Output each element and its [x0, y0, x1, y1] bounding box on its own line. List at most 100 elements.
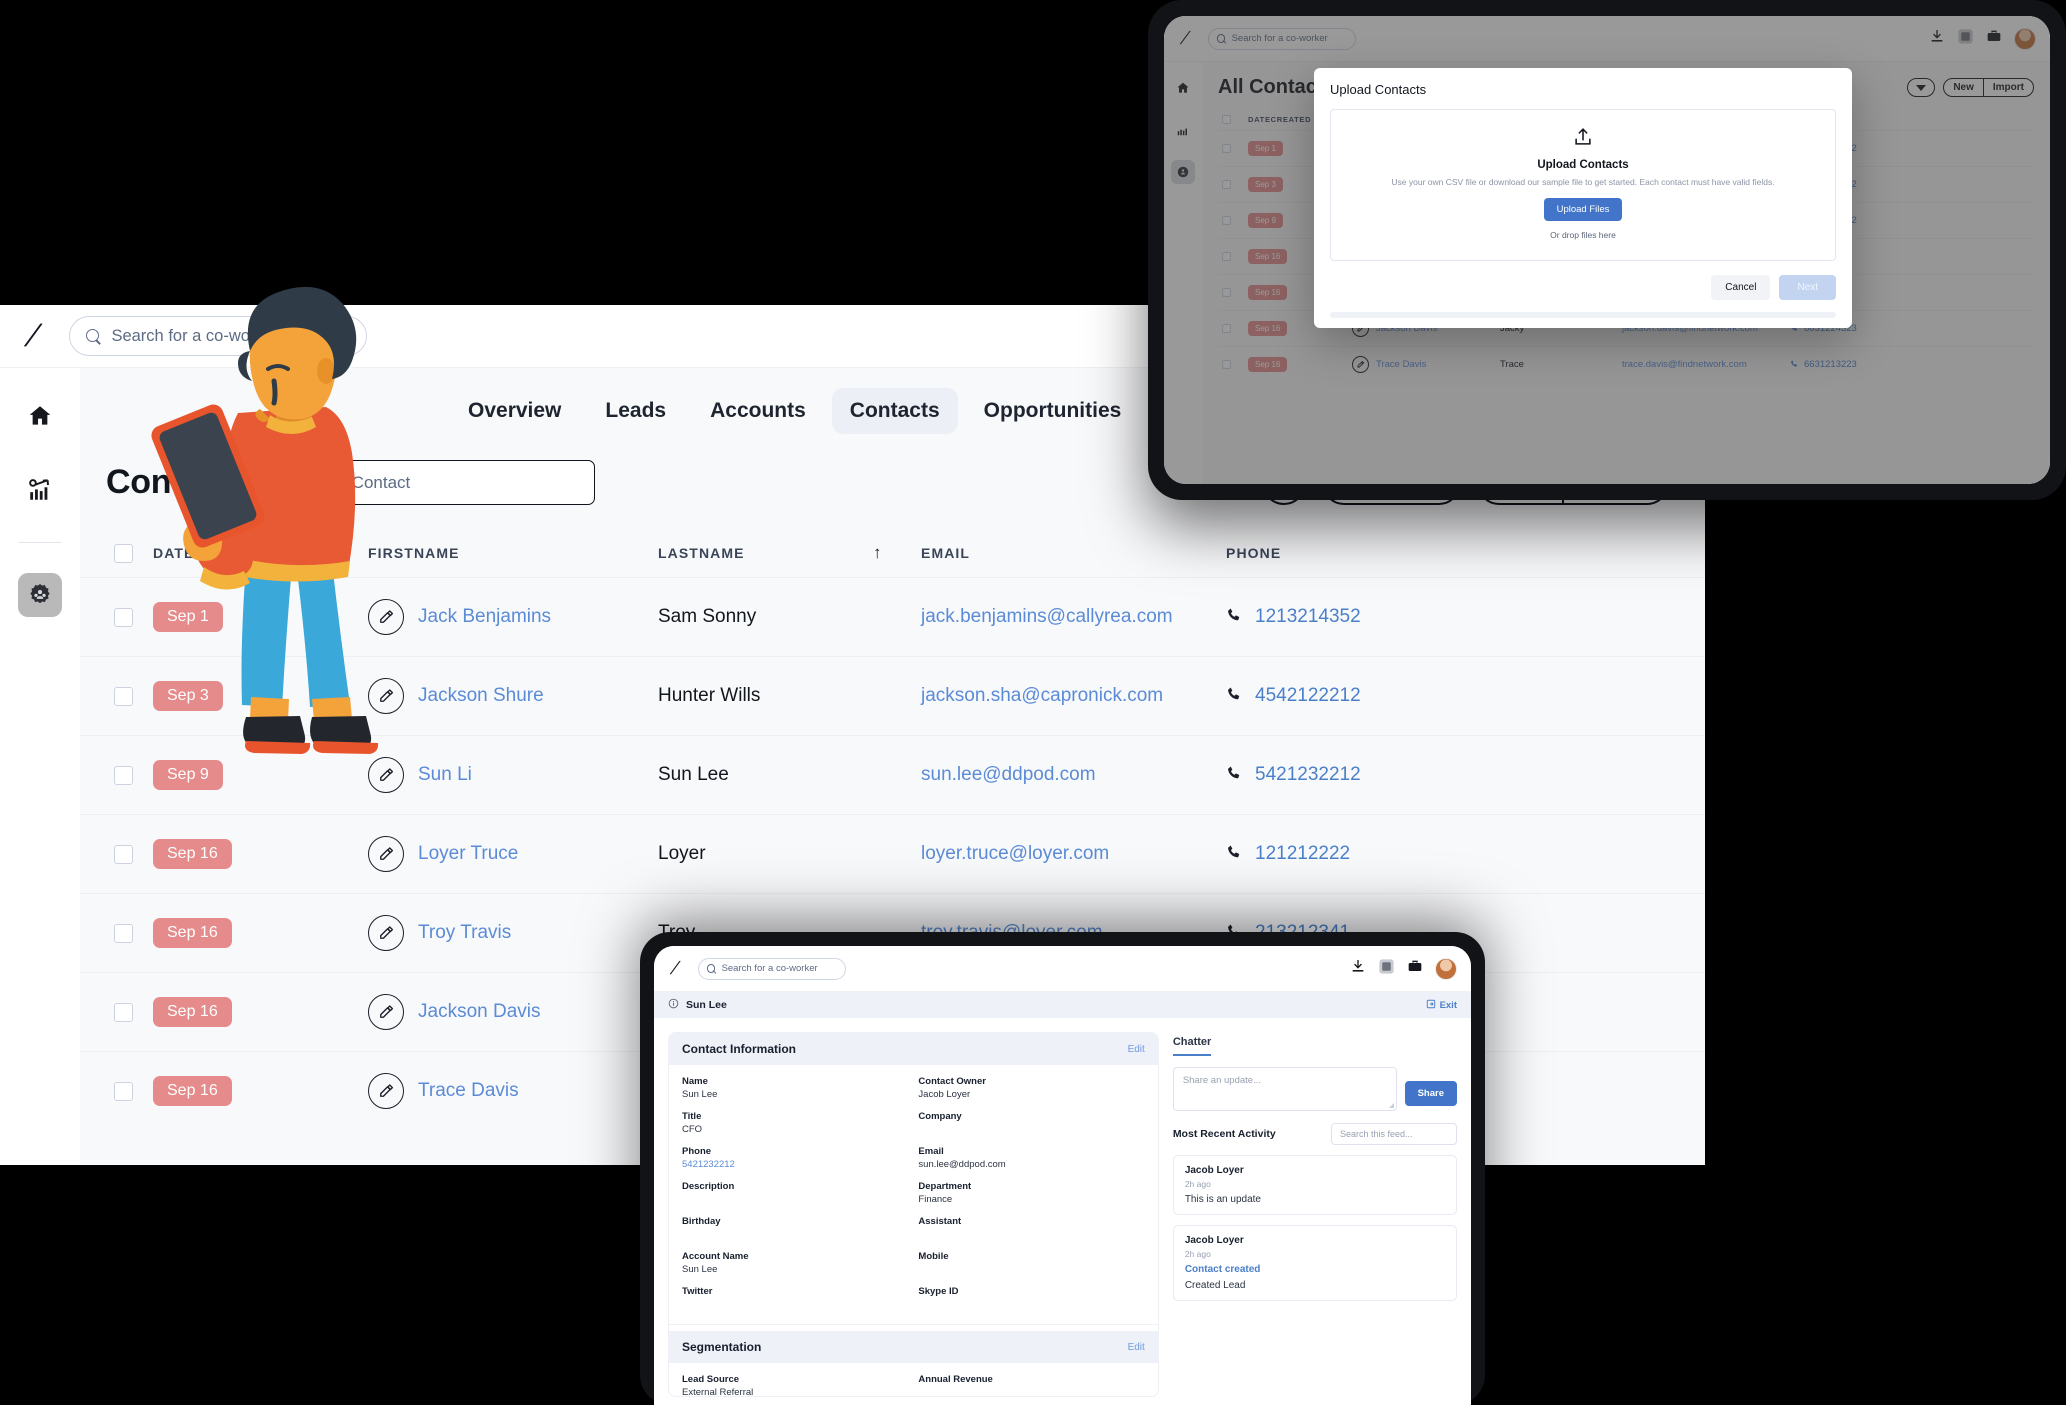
exit-button[interactable]: Exit [1426, 999, 1457, 1012]
feed-item[interactable]: Jacob Loyer 2h ago Contact created Creat… [1172, 1225, 1457, 1301]
row-checkbox[interactable] [114, 765, 133, 785]
table-row[interactable]: Sep 1 Jack Benjamins Sam Sonny jack.benj… [80, 577, 1705, 657]
detail-field-value [682, 1299, 908, 1310]
row-select-cell[interactable] [80, 972, 143, 1052]
most-recent-activity-title: Most Recent Activity [1172, 1128, 1276, 1140]
col-datecreated[interactable]: DATECREATED [143, 529, 358, 578]
contact-search-placeholder: Search Contact [293, 472, 411, 492]
cell-datecreated: Sep 16 [143, 972, 358, 1052]
table-row[interactable]: Sep 16 Loyer Truce Loyer loyer.truce@loy… [80, 814, 1705, 894]
upload-dropzone[interactable]: Upload Contacts Use your own CSV file or… [1330, 109, 1836, 261]
edit-icon[interactable] [368, 836, 404, 872]
contact-name-link[interactable]: Loyer Truce [418, 843, 518, 865]
phone-icon [1226, 764, 1243, 787]
contact-name-link[interactable]: Troy Travis [418, 922, 511, 944]
cell-datecreated: Sep 9 [143, 735, 358, 815]
email-link[interactable]: jackson.sha@capronick.com [921, 685, 1163, 706]
phone-link[interactable]: 4542122212 [1255, 685, 1361, 707]
col-phone[interactable]: PHONE [1216, 529, 1705, 578]
coworker-search-input[interactable]: Search for a co-worker [69, 316, 368, 356]
email-link[interactable]: jack.benjamins@callyrea.com [921, 606, 1173, 627]
sidebar-item-analytics[interactable] [18, 468, 62, 512]
detail-field-value [918, 1264, 1144, 1275]
tab-contacts[interactable]: Contacts [831, 388, 958, 434]
row-checkbox[interactable] [114, 686, 133, 706]
modal-cancel-button[interactable]: Cancel [1711, 275, 1771, 300]
edit-icon[interactable] [368, 757, 404, 793]
row-checkbox[interactable] [114, 607, 133, 627]
modal-next-button[interactable]: Next [1779, 275, 1836, 300]
cell-firstname: Troy Travis [358, 893, 648, 973]
row-select-cell[interactable] [80, 656, 143, 736]
chatter-share-button[interactable]: Share [1404, 1081, 1457, 1106]
contact-name-link[interactable]: Jackson Davis [418, 1001, 541, 1023]
phone-link[interactable]: 121212222 [1255, 843, 1350, 865]
feed-item[interactable]: Jacob Loyer 2h ago This is an update [1172, 1155, 1457, 1215]
detail-field-label: Skype ID [918, 1286, 959, 1297]
upload-files-button[interactable]: Upload Files [1543, 198, 1623, 221]
col-firstname[interactable]: FIRSTNAME [358, 529, 648, 578]
sidebar-divider [18, 542, 62, 543]
tablet-bottom-icon-group [1350, 957, 1471, 980]
contact-name-link[interactable]: Jackson Shure [418, 685, 544, 707]
sidebar-item-crm[interactable] [18, 573, 62, 617]
row-checkbox[interactable] [114, 923, 133, 943]
detail-field: Name Sun Lee [682, 1076, 908, 1102]
detail-field-value: External Referral [682, 1387, 754, 1397]
row-checkbox[interactable] [114, 844, 133, 864]
email-link[interactable]: loyer.truce@loyer.com [921, 843, 1109, 864]
apps-grid-icon[interactable] [1378, 958, 1395, 980]
sidebar-item-home[interactable] [18, 394, 62, 438]
detail-field-value: sun.lee@ddpod.com [918, 1159, 1006, 1170]
row-checkbox[interactable] [114, 1002, 133, 1022]
detail-field-label: Title [682, 1111, 702, 1122]
row-select-cell[interactable] [80, 814, 143, 894]
row-select-cell[interactable] [80, 735, 143, 815]
app-logo[interactable]: / [14, 317, 51, 354]
contact-name-link[interactable]: Sun Li [418, 764, 472, 786]
briefcase-icon[interactable] [1407, 958, 1423, 979]
chatter-update-input[interactable]: Share an update... [1172, 1067, 1397, 1111]
select-all-checkbox[interactable] [114, 543, 133, 563]
detail-field-value[interactable]: 5421232212 [682, 1159, 908, 1170]
row-select-cell[interactable] [80, 577, 143, 657]
edit-icon[interactable] [368, 1073, 404, 1109]
contact-name-link[interactable]: Trace Davis [418, 1080, 519, 1102]
email-link[interactable]: sun.lee@ddpod.com [921, 764, 1096, 785]
cell-sort-spacer [863, 577, 911, 657]
col-email[interactable]: EMAIL [911, 529, 1216, 578]
edit-icon[interactable] [368, 678, 404, 714]
cell-phone: 5421232212 [1216, 735, 1705, 815]
tablet-bottom-logo[interactable]: / [664, 957, 686, 980]
avatar[interactable] [1435, 957, 1457, 980]
col-lastname[interactable]: LASTNAME [648, 529, 863, 578]
cell-lastname: Loyer [648, 814, 863, 894]
chatter-tab[interactable]: Chatter [1172, 1036, 1212, 1056]
download-icon[interactable] [1350, 958, 1366, 979]
tablet-bottom-coworker-search[interactable]: Search for a co-worker [697, 957, 846, 980]
table-row[interactable]: Sep 9 Sun Li Sun Lee sun.lee@ddpod.com 5… [80, 735, 1705, 815]
select-all-header[interactable] [80, 529, 143, 578]
edit-icon[interactable] [368, 915, 404, 951]
edit-icon[interactable] [368, 599, 404, 635]
tab-leads[interactable]: Leads [587, 388, 684, 434]
table-row[interactable]: Sep 3 Jackson Shure Hunter Wills jackson… [80, 656, 1705, 736]
feed-search-input[interactable]: Search this feed... [1331, 1123, 1457, 1145]
row-select-cell[interactable] [80, 893, 143, 973]
contact-information-edit-link[interactable]: Edit [1128, 1044, 1145, 1055]
contact-search-input[interactable]: Search Contact [275, 460, 596, 505]
detail-field-label: Annual Revenue [918, 1374, 993, 1385]
tab-opportunities[interactable]: Opportunities [966, 388, 1140, 434]
row-select-cell[interactable] [80, 1051, 143, 1130]
edit-icon[interactable] [368, 994, 404, 1030]
detail-field-label: Birthday [682, 1216, 721, 1227]
feed-link[interactable]: Contact created [1185, 1264, 1445, 1275]
row-checkbox[interactable] [114, 1081, 133, 1101]
tab-accounts[interactable]: Accounts [692, 388, 824, 434]
contact-name-link[interactable]: Jack Benjamins [418, 606, 551, 628]
tab-overview[interactable]: Overview [450, 388, 579, 434]
phone-link[interactable]: 1213214352 [1255, 606, 1361, 628]
segmentation-edit-link[interactable]: Edit [1128, 1342, 1145, 1353]
phone-link[interactable]: 5421232212 [1255, 764, 1361, 786]
detail-field: Lead Source External Referral [682, 1374, 908, 1397]
